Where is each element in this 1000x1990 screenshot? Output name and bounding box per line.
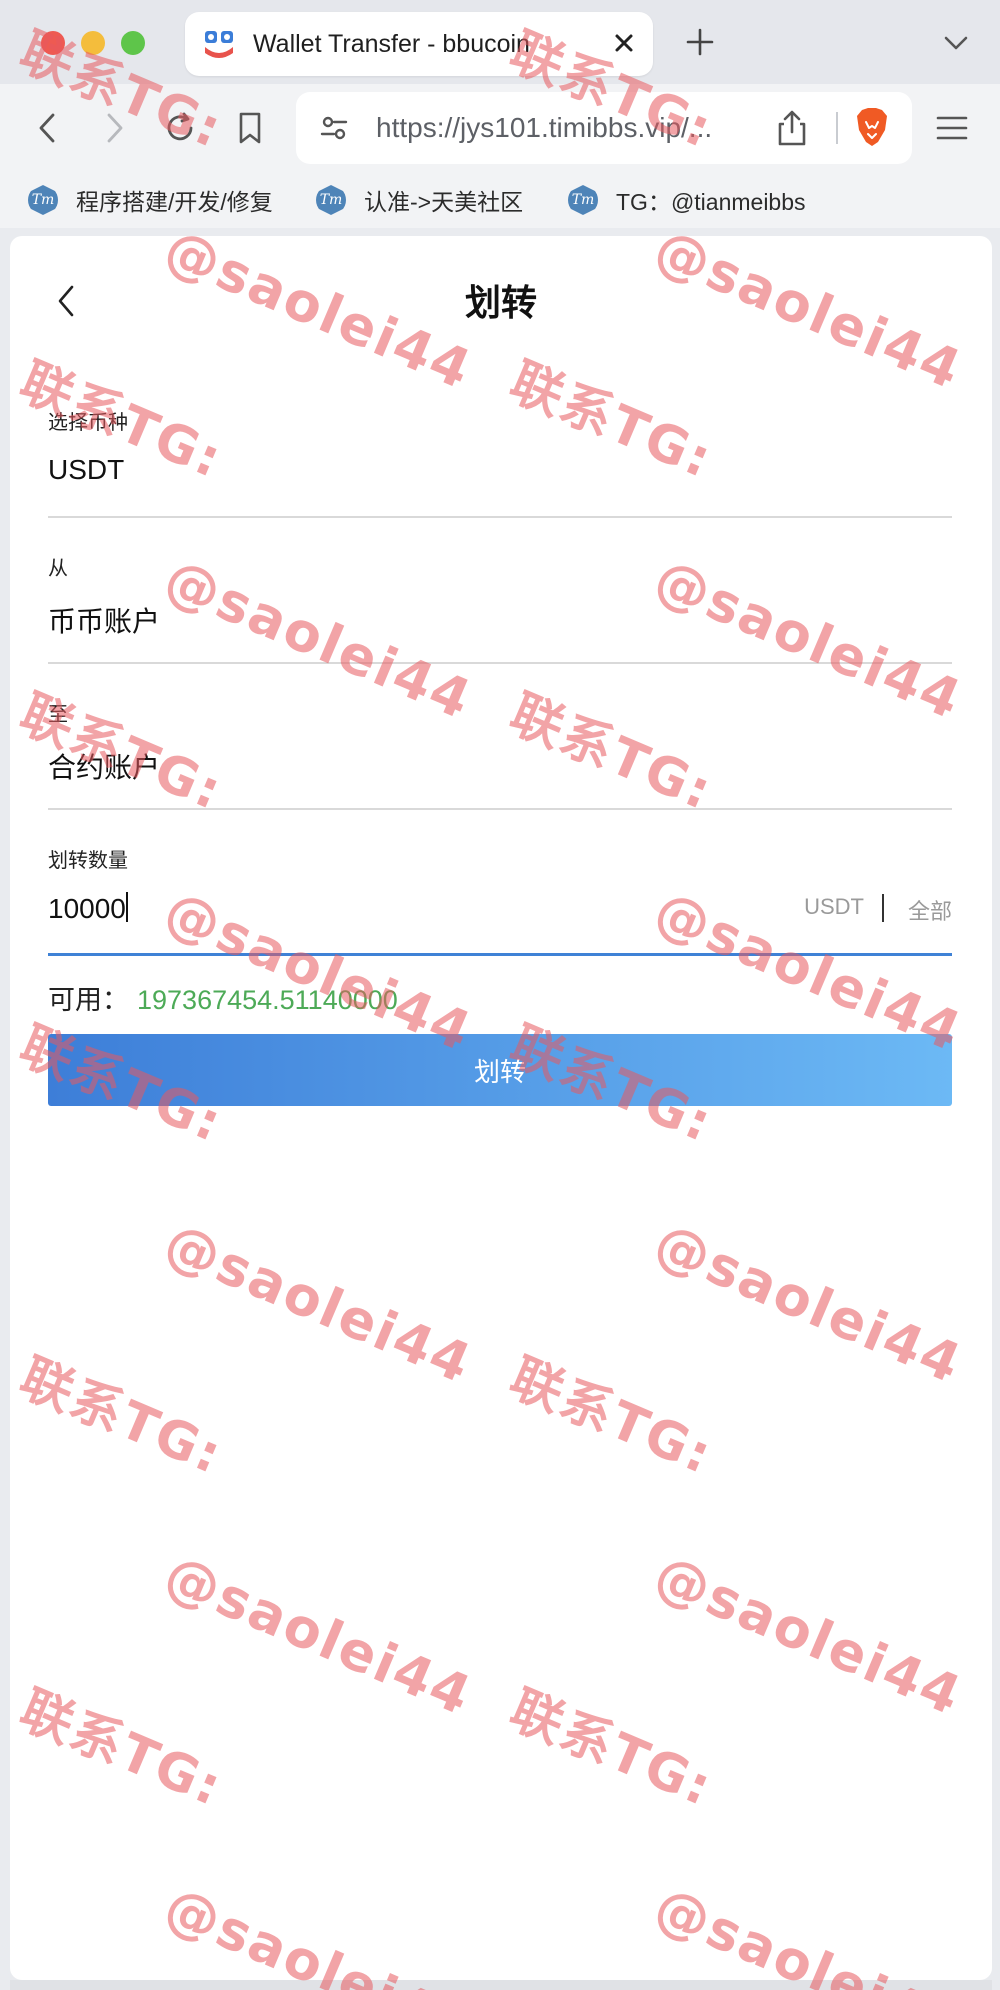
close-icon (615, 34, 633, 52)
bookmark-favicon-icon: Tm (316, 185, 346, 215)
forward-icon (107, 113, 123, 143)
bookmark-icon (239, 112, 261, 144)
reload-button[interactable] (158, 106, 202, 150)
active-tab[interactable]: Wallet Transfer - bbucoin (185, 12, 653, 76)
brave-lion-icon[interactable] (854, 106, 890, 148)
from-label: 从 (48, 558, 68, 580)
favicon-icon (205, 31, 233, 58)
to-label: 至 (48, 704, 68, 726)
available-balance: 可用： 197367454.51140000 (48, 978, 398, 1017)
amount-divider (882, 894, 884, 922)
plus-icon[interactable] (682, 24, 718, 60)
tab-title: Wallet Transfer - bbucoin (253, 30, 530, 58)
bookmark-item-3[interactable]: Tm TG：@tianmeibbs (568, 182, 806, 218)
amount-unit: USDT (804, 894, 864, 919)
coin-select[interactable]: 选择币种 USDT (48, 406, 952, 518)
available-value: 197367454.51140000 (137, 985, 398, 1015)
bookmark-favicon-icon: Tm (28, 185, 58, 215)
maximize-window-button[interactable] (121, 31, 145, 55)
close-tab-button[interactable] (609, 28, 639, 58)
tune-icon[interactable] (318, 112, 350, 144)
bookmark-favicon-icon: Tm (568, 185, 598, 215)
transfer-page: 划转 选择币种 USDT 从 币币账户 至 合约账户 划转数量 10000 US… (10, 236, 992, 1980)
bookmark-button[interactable] (228, 106, 272, 150)
bookmark-label: 程序搭建/开发/修复 (76, 189, 273, 215)
amount-field[interactable]: 划转数量 10000 USDT 全部 (48, 844, 952, 956)
amount-input[interactable]: 10000 (48, 892, 128, 925)
chevron-down-icon[interactable] (940, 30, 972, 56)
transfer-button[interactable]: 划转 (48, 1034, 952, 1106)
address-bar[interactable]: https://jys101.timibbs.vip/... (296, 92, 912, 164)
bookmarks-bar: Tm 程序搭建/开发/修复 Tm 认准->天美社区 Tm TG：@tianmei… (0, 172, 1000, 228)
text-caret (125, 892, 128, 922)
window-bottom-edge (10, 1980, 992, 1990)
tab-bar: Wallet Transfer - bbucoin (0, 0, 1000, 84)
bookmark-item-1[interactable]: Tm 程序搭建/开发/修复 (28, 182, 273, 218)
reload-icon (167, 112, 193, 141)
share-icon[interactable] (774, 108, 810, 148)
from-account-select[interactable]: 从 币币账户 (48, 552, 952, 664)
minimize-window-button[interactable] (81, 31, 105, 55)
bookmark-label: TG：@tianmeibbs (616, 189, 806, 215)
hamburger-menu-icon[interactable] (932, 108, 972, 148)
close-window-button[interactable] (41, 31, 65, 55)
url-separator (836, 112, 838, 144)
coin-label: 选择币种 (48, 412, 128, 434)
from-value[interactable]: 币币账户 (48, 600, 160, 640)
available-label: 可用： (48, 985, 129, 1015)
back-icon (39, 113, 55, 143)
to-account-select[interactable]: 至 合约账户 (48, 698, 952, 810)
bookmark-item-2[interactable]: Tm 认准->天美社区 (316, 182, 523, 218)
coin-value[interactable]: USDT (48, 454, 124, 486)
bookmark-label: 认准->天美社区 (364, 189, 524, 215)
forward-button[interactable] (92, 106, 136, 150)
amount-input-value[interactable]: 10000 (48, 893, 126, 924)
to-value[interactable]: 合约账户 (48, 746, 160, 786)
navigation-toolbar: https://jys101.timibbs.vip/... (0, 84, 1000, 172)
amount-label: 划转数量 (48, 850, 128, 872)
url-text[interactable]: https://jys101.timibbs.vip/... (376, 112, 756, 144)
all-amount-button[interactable]: 全部 (908, 894, 952, 926)
back-button[interactable] (26, 106, 70, 150)
page-title: 划转 (464, 282, 537, 323)
